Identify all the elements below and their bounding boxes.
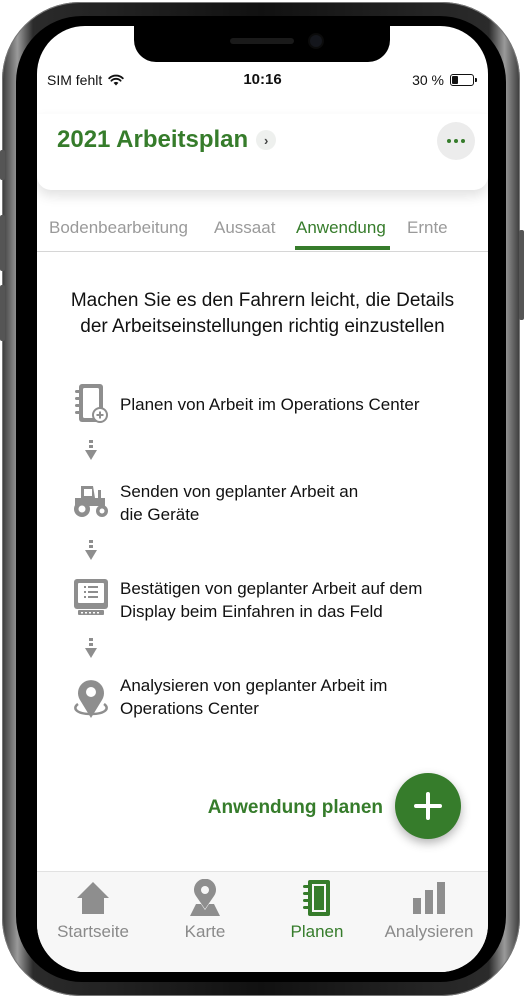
volume-up-button (0, 215, 5, 271)
arrow-down-icon (85, 540, 97, 560)
status-right: 30 % (412, 72, 477, 88)
tabbar-label: Karte (184, 922, 226, 941)
front-camera (310, 35, 322, 47)
tabbar-item-planen[interactable]: Planen (261, 878, 373, 942)
tabbar-label: Analysieren (384, 922, 474, 941)
side-button (519, 230, 524, 320)
chevron-right-icon: › (256, 130, 277, 150)
step-plan: Planen von Arbeit im Operations Center (71, 382, 470, 428)
step-text-line: Operations Center (120, 699, 259, 718)
battery-icon (450, 74, 477, 86)
notch (134, 26, 390, 62)
tab-bodenbearbeitung[interactable]: Bodenbearbeitung (49, 218, 188, 238)
arrow-down-icon (85, 440, 97, 460)
add-plan-button[interactable] (395, 773, 461, 839)
page-title: 2021 Arbeitsplan (57, 126, 249, 153)
headline-line-1: Machen Sie es den Fahrern leicht, die De… (70, 290, 455, 311)
bar-chart-icon (413, 882, 445, 914)
step-text-line: Senden von geplanter Arbeit an (120, 482, 359, 501)
step-plan-text: Planen von Arbeit im Operations Center (120, 382, 470, 416)
notebook-plus-icon (71, 382, 111, 428)
step-text-line: Display beim Einfahren in das Feld (120, 602, 383, 621)
step-text-line: Planen von Arbeit im Operations Center (120, 395, 420, 414)
step-text-line: die Geräte (120, 505, 200, 524)
ellipsis-icon (454, 139, 458, 143)
display-icon (71, 577, 111, 623)
tab-anwendung[interactable]: Anwendung (296, 218, 386, 238)
step-send: Senden von geplanter Arbeit an die Gerät… (71, 480, 470, 526)
speaker-grille (230, 38, 294, 44)
map-pin-icon (71, 674, 111, 720)
step-analyze: Analysieren von geplanter Arbeit im Oper… (71, 674, 470, 720)
step-text-line: Analysieren von geplanter Arbeit im (120, 676, 388, 695)
ellipsis-icon (447, 139, 451, 143)
headline-line-2: der Arbeitseinstellungen richtig einzust… (80, 316, 445, 337)
category-tabs: Bodenbearbeitung Aussaat Anwendung Ernte (37, 206, 488, 252)
tab-ernte[interactable]: Ernte (407, 218, 448, 238)
bottom-tab-bar: Startseite Karte Planen Analysieren (37, 871, 488, 972)
plan-application-label[interactable]: Anwendung planen (37, 797, 383, 819)
tabbar-item-startseite[interactable]: Startseite (37, 878, 149, 942)
tabbar-item-analysieren[interactable]: Analysieren (373, 878, 485, 942)
tabbar-label: Startseite (57, 922, 129, 941)
volume-down-button (0, 285, 5, 341)
tractor-icon (71, 480, 111, 526)
step-confirm: Bestätigen von geplanter Arbeit auf dem … (71, 577, 470, 623)
step-analyze-text: Analysieren von geplanter Arbeit im Oper… (120, 674, 470, 720)
intro-headline: Machen Sie es den Fahrern leicht, die De… (37, 288, 488, 340)
notebook-icon (303, 880, 330, 916)
app-screen: SIM fehlt 10:16 30 % 2021 Arbeitsplan › … (37, 26, 488, 972)
arrow-down-icon (85, 638, 97, 658)
plus-icon (414, 792, 442, 820)
battery-percent: 30 % (412, 72, 444, 88)
ellipsis-icon (461, 139, 465, 143)
tabbar-label: Planen (290, 922, 344, 941)
header: 2021 Arbeitsplan › (37, 114, 488, 190)
map-pin-icon (190, 879, 220, 916)
mute-switch (0, 150, 5, 180)
page-title-button[interactable]: 2021 Arbeitsplan › (57, 126, 277, 154)
step-text-line: Bestätigen von geplanter Arbeit auf dem (120, 579, 423, 598)
tab-aussaat[interactable]: Aussaat (214, 218, 275, 238)
home-icon (77, 882, 109, 914)
more-options-button[interactable] (437, 122, 475, 160)
battery-level (452, 76, 458, 84)
step-send-text: Senden von geplanter Arbeit an die Gerät… (120, 480, 470, 526)
active-tab-indicator (295, 246, 390, 250)
tabbar-item-karte[interactable]: Karte (149, 878, 261, 942)
step-confirm-text: Bestätigen von geplanter Arbeit auf dem … (120, 577, 470, 623)
